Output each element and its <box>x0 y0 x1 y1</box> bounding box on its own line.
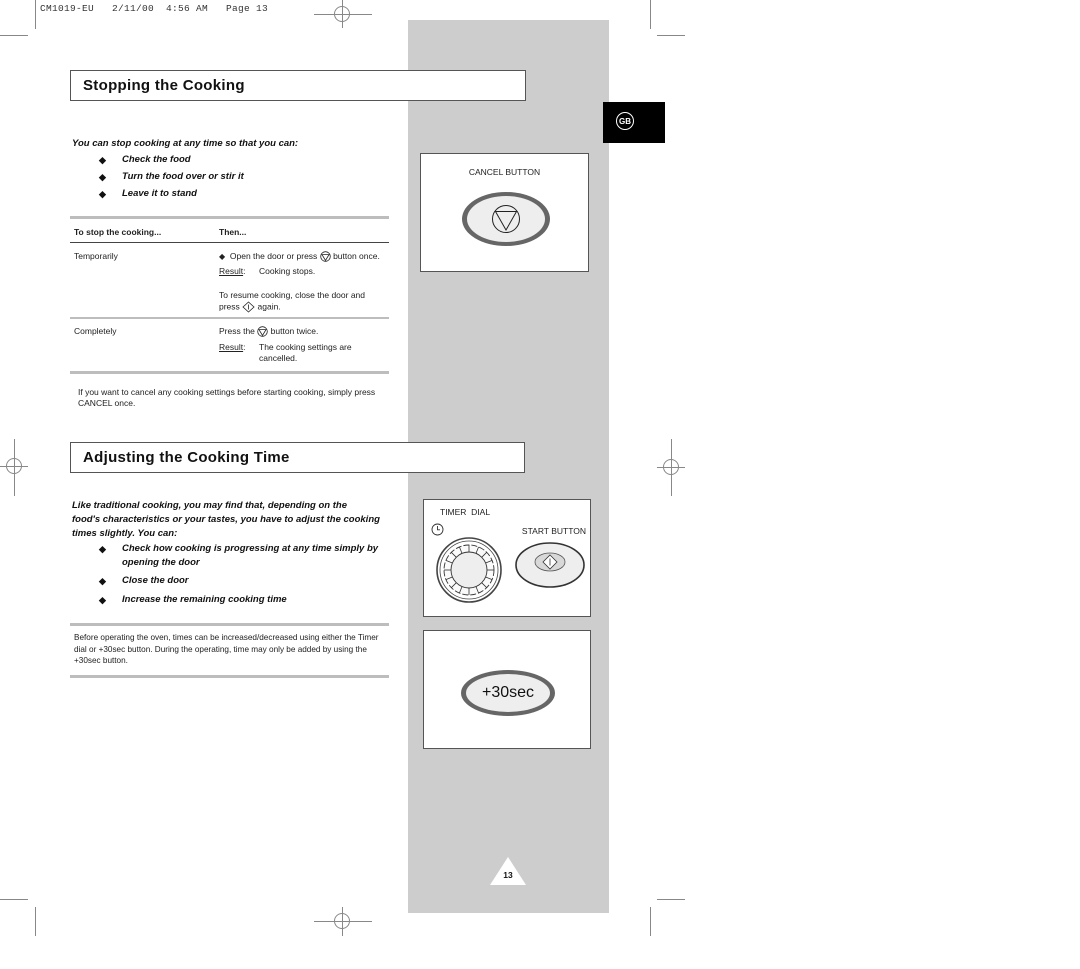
row-result: Result: <box>219 266 246 276</box>
print-slug: CM1019-EU 2/11/00 4:56 AM Page 13 <box>40 3 269 14</box>
timer-start-figure: TIMER DIAL START BUTTON <box>423 499 591 617</box>
crop-mark <box>657 35 685 36</box>
crop-mark <box>657 899 685 900</box>
language-tab-label: GB <box>616 112 634 130</box>
cancel-button-figure: CANCEL BUTTON <box>420 153 589 272</box>
row-result-text-2: cancelled. <box>259 353 298 363</box>
adjusting-bullet: ◆ Check how cooking is progressing at an… <box>99 543 379 568</box>
row-condition: Temporarily <box>74 251 118 261</box>
row-condition: Completely <box>74 326 117 336</box>
adjusting-bullet: ◆ Increase the remaining cooking time <box>99 594 287 605</box>
cancel-button-illustration <box>462 192 550 246</box>
adjusting-note: Before operating the oven, times can be … <box>74 633 379 665</box>
adjusting-bottom-rule <box>70 675 389 678</box>
stopping-lead: You can stop cooking at any time so that… <box>72 138 299 149</box>
cancel-button-label: CANCEL BUTTON <box>468 167 541 177</box>
row-result: Result: <box>219 342 246 352</box>
stopping-bullet: ◆ Leave it to stand <box>99 188 197 199</box>
start-button-illustration <box>515 542 585 588</box>
table-header-rule <box>70 242 389 243</box>
crop-mark <box>650 907 651 936</box>
table-top-rule <box>70 216 389 219</box>
row-action: Press the button twice. <box>219 326 319 337</box>
language-tab: GB <box>603 102 665 143</box>
adjusting-bullet: ◆ Close the door <box>99 575 189 586</box>
clock-icon <box>431 523 444 536</box>
crop-mark <box>0 899 28 900</box>
adjusting-lead: Like traditional cooking, you may find t… <box>72 500 380 539</box>
row-action: ◆ Open the door or press button once. <box>219 251 380 262</box>
table-header-action: Then... <box>219 227 247 237</box>
crop-mark <box>35 907 36 936</box>
section-title-adjusting: Adjusting the Cooking Time <box>70 442 525 473</box>
crop-mark <box>35 0 36 29</box>
plus30-figure: +30sec <box>423 630 591 749</box>
stopping-bullet: ◆ Check the food <box>99 154 191 165</box>
cancel-stop-icon <box>257 326 268 337</box>
table-bottom-rule <box>70 371 389 374</box>
stopping-note-2: CANCEL once. <box>78 398 136 408</box>
stopping-note: If you want to cancel any cooking settin… <box>78 387 376 397</box>
page-number: 13 <box>503 870 513 880</box>
plus30-label: +30sec <box>481 684 535 701</box>
table-row-rule <box>70 317 389 319</box>
row-resume-2: press again. <box>219 301 281 313</box>
cancel-stop-icon <box>319 251 331 262</box>
timer-dial-icon <box>436 537 502 603</box>
table-header-condition: To stop the cooking... <box>74 227 162 237</box>
adjusting-top-rule <box>70 623 389 626</box>
row-result-text: Cooking stops. <box>259 266 316 276</box>
row-result-text: The cooking settings are <box>259 342 352 352</box>
row-resume: To resume cooking, close the door and <box>219 290 366 300</box>
start-button-label: START BUTTON <box>521 526 586 536</box>
section-title-stopping: Stopping the Cooking <box>70 70 526 101</box>
crop-mark <box>650 0 651 29</box>
stopping-bullet: ◆ Turn the food over or stir it <box>99 171 244 182</box>
start-diamond-icon <box>242 301 255 313</box>
crop-mark <box>0 35 28 36</box>
timer-dial-label: TIMER DIAL <box>440 507 491 517</box>
